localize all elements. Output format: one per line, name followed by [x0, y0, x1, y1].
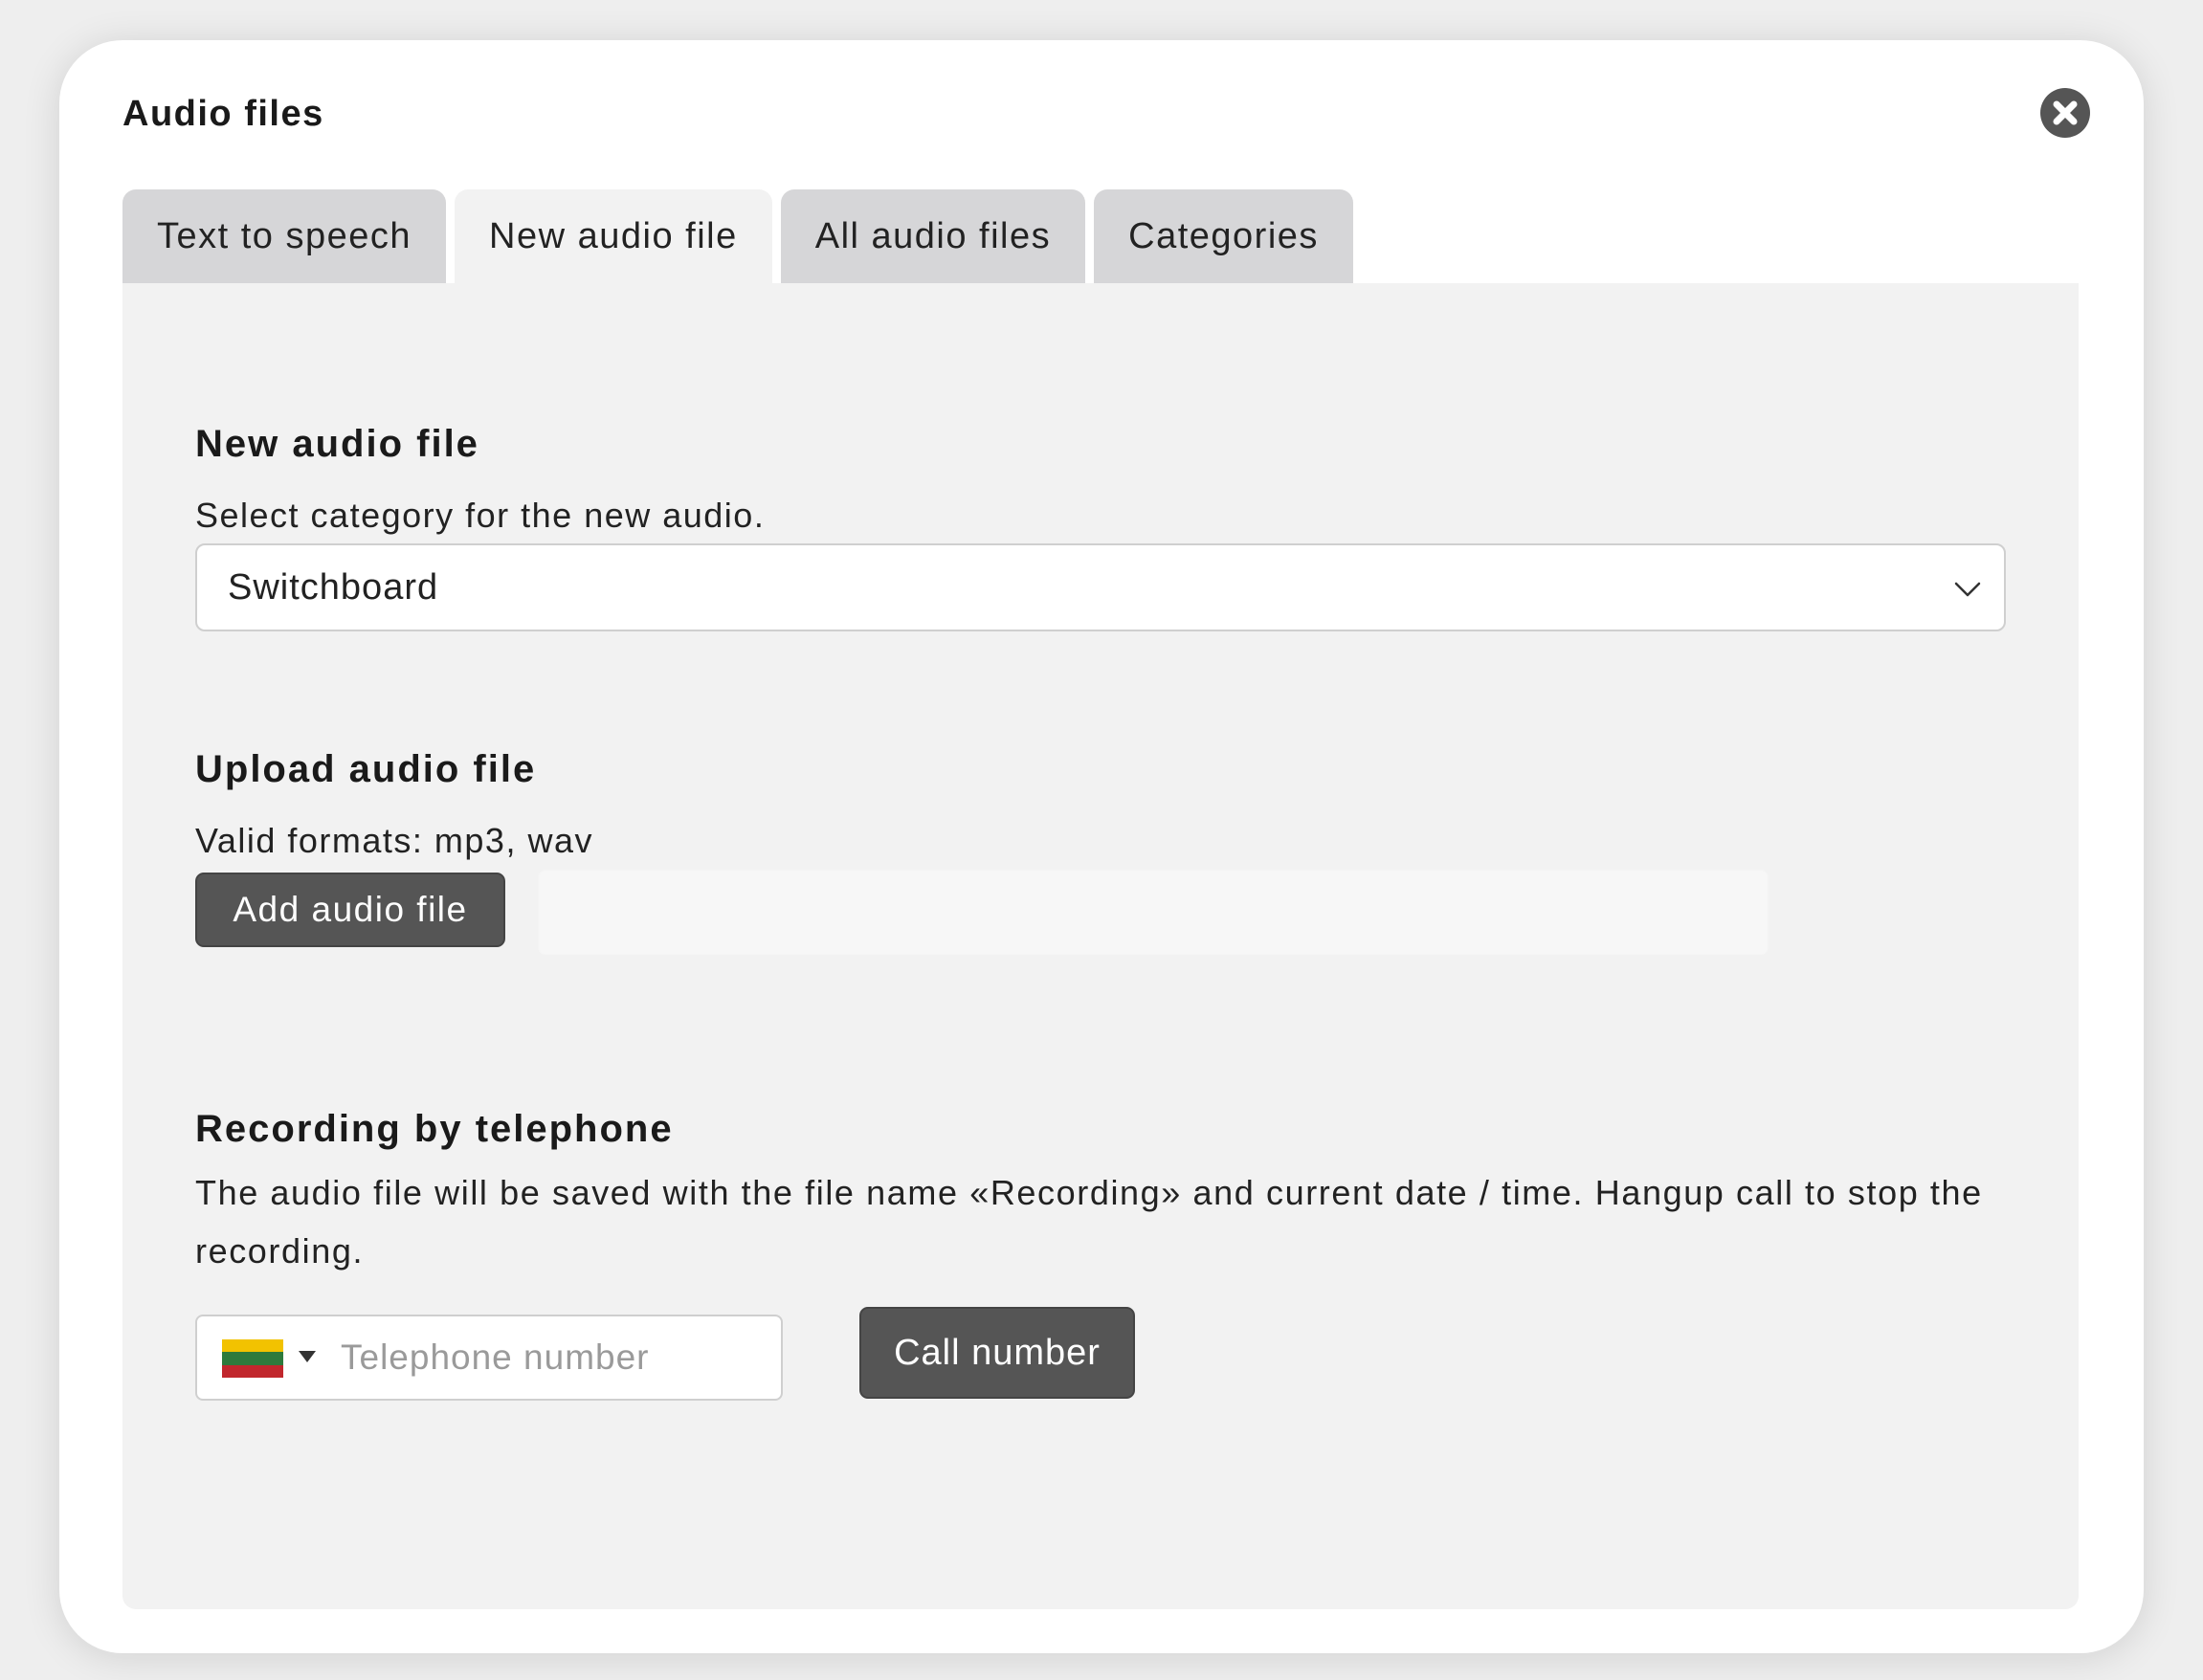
country-dropdown-caret-icon[interactable]: [299, 1351, 316, 1362]
flag-stripe-middle: [222, 1352, 283, 1365]
tab-bar: Text to speech New audio file All audio …: [122, 189, 1362, 283]
category-hint: Select category for the new audio.: [195, 496, 766, 535]
tab-categories[interactable]: Categories: [1094, 189, 1353, 283]
flag-stripe-top: [222, 1339, 283, 1353]
tab-text-to-speech[interactable]: Text to speech: [122, 189, 447, 283]
category-select[interactable]: Switchboard: [195, 543, 2006, 631]
add-audio-file-button[interactable]: Add audio file: [195, 873, 505, 947]
telephone-field: [195, 1315, 783, 1401]
recording-description: The audio file will be saved with the fi…: [195, 1173, 1983, 1271]
recording-section-title: Recording by telephone: [195, 1108, 674, 1150]
flag-stripe-bottom: [222, 1364, 283, 1378]
country-flag-icon[interactable]: [222, 1339, 283, 1378]
tab-new-audio-file[interactable]: New audio file: [455, 189, 772, 283]
call-number-button[interactable]: Call number: [859, 1307, 1135, 1399]
new-audio-section-title: New audio file: [195, 423, 479, 465]
new-audio-panel: New audio file Select category for the n…: [122, 283, 2079, 1609]
chevron-down-icon: [1954, 582, 1981, 597]
upload-section-title: Upload audio file: [195, 748, 537, 790]
audio-files-modal: Audio files Text to speech New audio fil…: [59, 40, 2144, 1653]
category-select-value: Switchboard: [228, 566, 439, 608]
tab-all-audio-files[interactable]: All audio files: [780, 189, 1086, 283]
valid-formats-hint: Valid formats: mp3, wav: [195, 821, 593, 860]
telephone-number-input[interactable]: [341, 1326, 771, 1389]
close-icon[interactable]: [2040, 88, 2090, 138]
selected-file-name-field: [538, 869, 1769, 955]
modal-title: Audio files: [122, 94, 324, 134]
